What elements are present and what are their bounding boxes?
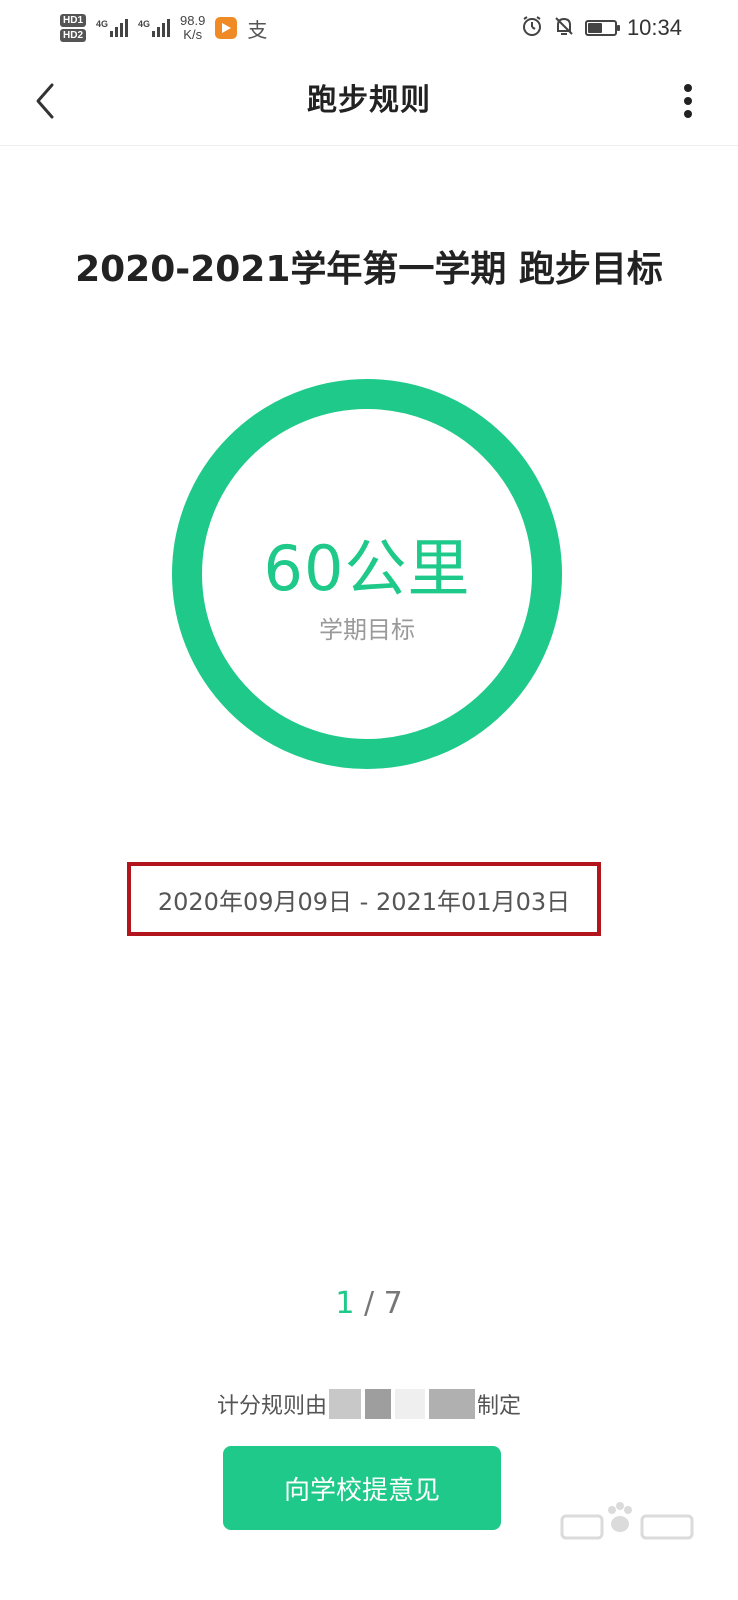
page-separator: / [354,1286,384,1321]
signal-2-icon: 4G [138,19,171,37]
hd-2-icon: HD2 [60,29,87,42]
goal-distance: 60公里 [263,532,471,605]
redacted-block [429,1389,475,1419]
battery-fill [587,23,603,33]
more-vertical-icon [684,84,692,92]
rule-credit-suffix: 制定 [477,1394,522,1419]
signal-1-icon: 4G [96,19,129,37]
battery-icon [584,20,620,36]
running-rules-screen: HD1 HD2 4G 4G 98.9 K/s 支 10:34 跑步规则 2020… [0,0,738,1600]
hd-1-icon: HD1 [60,14,87,27]
redacted-block [365,1389,391,1419]
page-title: 跑步规则 [307,83,431,118]
redacted-block [395,1389,425,1419]
rule-credit-prefix: 计分规则由 [216,1394,327,1419]
more-button[interactable] [668,78,708,124]
goal-heading: 2020-2021学年第一学期 跑步目标 [75,249,663,290]
alarm-icon [521,15,543,42]
hd-indicators: HD1 HD2 [60,14,87,42]
suggest-to-school-button[interactable]: 向学校提意见 [223,1446,501,1530]
page-indicator: 1 / 7 [0,1286,738,1321]
baidu-watermark-icon [560,1502,694,1540]
network-speed-value: 98.9 [180,13,206,28]
status-time: 10:34 [626,15,682,40]
page-total: 7 [383,1286,403,1321]
rule-credit: 计分规则由 制定 [0,1388,738,1420]
video-app-icon [215,17,238,39]
bell-off-icon [553,15,575,42]
network-speed: 98.9 K/s [180,14,205,42]
goal-caption: 学期目标 [319,616,415,644]
date-range: 2020年09月09日 - 2021年01月03日 [157,887,571,916]
alipay-icon: 支 [247,19,268,42]
status-bar-right: 10:34 [521,15,682,42]
goal-ring: 60公里 学期目标 [171,378,563,770]
redacted-block [329,1389,361,1419]
status-bar-left: HD1 HD2 4G 4G 98.9 K/s 支 [60,14,267,43]
status-bar: HD1 HD2 4G 4G 98.9 K/s 支 10:34 [0,0,738,56]
page-current: 1 [335,1286,355,1321]
date-range-highlight: 2020年09月09日 - 2021年01月03日 [127,862,601,936]
network-speed-unit: K/s [183,27,203,42]
nav-bar: 跑步规则 [0,56,738,146]
